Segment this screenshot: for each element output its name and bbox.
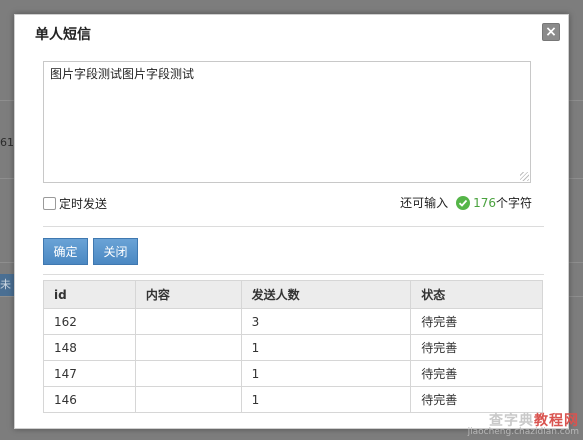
counter-suffix: 个字符 xyxy=(495,196,532,210)
column-header-status[interactable]: 状态 xyxy=(410,280,543,309)
watermark-line1: 查字典教程网 xyxy=(468,414,579,428)
column-header-content[interactable]: 内容 xyxy=(134,280,242,309)
table-row[interactable]: 162 3 待完善 xyxy=(43,308,543,335)
divider xyxy=(43,226,544,227)
cell-recipients: 1 xyxy=(240,334,412,361)
column-header-recipients[interactable]: 发送人数 xyxy=(240,280,412,309)
message-textarea[interactable]: 图片字段测试图片字段测试 xyxy=(43,61,531,183)
char-counter: 还可输入 176 个字符 xyxy=(400,194,532,211)
scheduled-send-label: 定时发送 xyxy=(59,196,108,211)
cell-id: 162 xyxy=(43,308,136,335)
cell-id: 147 xyxy=(43,360,136,387)
close-icon[interactable]: × xyxy=(542,23,560,41)
cell-content xyxy=(134,334,242,361)
resize-grip-icon[interactable] xyxy=(520,172,529,181)
background-button: 未 xyxy=(0,274,14,296)
watermark: 查字典教程网 jiaocheng.chazidian.com xyxy=(468,414,579,437)
cell-recipients: 3 xyxy=(240,308,412,335)
close-button[interactable]: 关闭 xyxy=(93,238,138,265)
cell-content xyxy=(134,360,242,387)
cell-recipients: 1 xyxy=(240,360,412,387)
cell-content xyxy=(134,386,242,413)
cell-recipients: 1 xyxy=(240,386,412,413)
table-row[interactable]: 146 1 待完善 xyxy=(43,386,543,413)
scheduled-send-checkbox[interactable] xyxy=(43,196,56,210)
sms-dialog: 单人短信 × 图片字段测试图片字段测试 定时发送 还可输入 176 个字符 确定… xyxy=(14,14,569,429)
dialog-title: 单人短信 xyxy=(35,27,91,43)
table-row[interactable]: 147 1 待完善 xyxy=(43,360,543,387)
cell-id: 146 xyxy=(43,386,136,413)
table-header-row: id 内容 发送人数 状态 xyxy=(43,280,543,309)
divider xyxy=(43,274,544,275)
cell-status: 待完善 xyxy=(410,334,543,361)
counter-prefix: 还可输入 xyxy=(400,196,449,210)
table-row[interactable]: 148 1 待完善 xyxy=(43,334,543,361)
cell-status: 待完善 xyxy=(410,386,543,413)
cell-id: 148 xyxy=(43,334,136,361)
background-cell-text: 61 xyxy=(0,136,14,149)
confirm-button[interactable]: 确定 xyxy=(43,238,88,265)
cell-status: 待完善 xyxy=(410,360,543,387)
column-header-id[interactable]: id xyxy=(43,280,136,309)
cell-content xyxy=(134,308,242,335)
dialog-header: 单人短信 × xyxy=(15,15,568,49)
remaining-count: 176 xyxy=(473,195,496,210)
watermark-url: jiaocheng.chazidian.com xyxy=(467,427,579,437)
check-circle-icon xyxy=(456,195,471,210)
scheduled-send-option[interactable]: 定时发送 xyxy=(43,195,107,211)
message-table: id 内容 发送人数 状态 162 3 待完善 148 1 待完善 147 1 … xyxy=(43,280,543,413)
cell-status: 待完善 xyxy=(410,308,543,335)
